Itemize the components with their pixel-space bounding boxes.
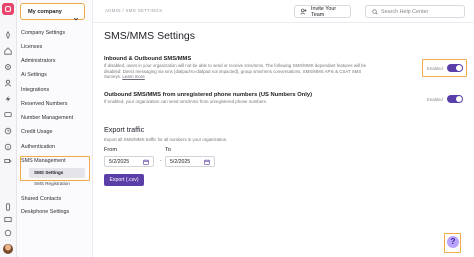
- search-icon: [372, 8, 378, 15]
- to-date-value: 5/2/2025: [170, 158, 191, 165]
- menu-item-deskphone-settings[interactable]: Deskphone Settings: [21, 207, 89, 217]
- help-icon[interactable]: [3, 228, 13, 238]
- menu-item-sms-settings[interactable]: SMS Settings: [29, 168, 85, 178]
- menu-item-administrators[interactable]: Administrators: [21, 56, 89, 66]
- calendar-icon[interactable]: [143, 159, 149, 165]
- unregistered-enabled-label: Enabled: [427, 97, 443, 102]
- users-icon[interactable]: [3, 78, 13, 88]
- menu-item-sms-registration[interactable]: SMS Registration: [29, 181, 70, 186]
- menu-item-credit-usage[interactable]: Credit Usage: [21, 127, 89, 137]
- menu-item-shared-contacts[interactable]: Shared Contacts: [21, 194, 89, 204]
- page-title: SMS/MMS Settings: [104, 30, 196, 42]
- help-button[interactable]: ?: [447, 236, 459, 248]
- menu-item-reserved-numbers[interactable]: Reserved Numbers: [21, 99, 89, 109]
- inbound-desc-line-3: Surveys. Learn more: [104, 74, 419, 80]
- inbound-enabled-label: Enabled: [427, 66, 443, 71]
- unregistered-numbers-title: Outbound SMS/MMS from unregistered phone…: [104, 92, 313, 98]
- from-label: From: [104, 147, 118, 153]
- monitor-icon[interactable]: [3, 215, 13, 225]
- add-user-icon: [300, 8, 307, 15]
- inbound-outbound-description: If disabled, users in your organization …: [104, 63, 419, 80]
- to-date-input[interactable]: 5/2/2025: [165, 156, 215, 167]
- phone-icon[interactable]: [3, 202, 13, 212]
- menu-item-sms-management[interactable]: SMS Management: [21, 157, 66, 165]
- inbound-outbound-toggle[interactable]: [447, 64, 463, 72]
- from-date-value: 5/2/2025: [109, 158, 130, 165]
- learn-more-link[interactable]: Learn more: [122, 74, 144, 79]
- menu-item-licenses[interactable]: Licenses: [21, 42, 89, 52]
- video-icon[interactable]: [3, 156, 13, 166]
- menu-item-integrations[interactable]: Integrations: [21, 85, 89, 95]
- inbound-desc-prefix: Surveys.: [104, 74, 122, 80]
- home-icon[interactable]: [3, 46, 13, 56]
- export-csv-button[interactable]: Export (.csv): [104, 174, 144, 186]
- export-traffic-title: Export traffic: [104, 125, 145, 134]
- unregistered-numbers-toggle[interactable]: [447, 95, 463, 103]
- app-logo-icon[interactable]: [2, 3, 14, 15]
- company-name: My company: [28, 8, 62, 15]
- rocket-icon[interactable]: [3, 30, 13, 40]
- help-search[interactable]: [365, 5, 465, 18]
- to-label: To: [165, 147, 171, 153]
- invite-team-label: Invite Your Team: [311, 5, 337, 18]
- menu-item-authentication[interactable]: Authentication: [21, 142, 89, 152]
- info-icon[interactable]: [3, 142, 13, 152]
- company-selector[interactable]: My company: [20, 3, 85, 21]
- inbound-outbound-title: Inbound & Outbound SMS/MMS: [104, 56, 192, 62]
- admin-menu: My company Company Settings Licenses Adm…: [17, 0, 93, 257]
- from-date-input[interactable]: 5/2/2025: [104, 156, 154, 167]
- avatar[interactable]: [3, 244, 13, 254]
- menu-item-number-management[interactable]: Number Management: [21, 113, 89, 123]
- top-bar: ADMIN / SMS SETTINGS Invite Your Team: [93, 0, 474, 23]
- chat-icon[interactable]: [3, 110, 13, 120]
- export-traffic-description: Export all SMS/MMS traffic for all numbe…: [104, 137, 228, 142]
- settings-icon[interactable]: [3, 62, 13, 72]
- history-icon[interactable]: [3, 126, 13, 136]
- menu-item-company-settings[interactable]: Company Settings: [21, 28, 89, 38]
- breadcrumb: ADMIN / SMS SETTINGS: [105, 8, 163, 13]
- chevron-down-icon: [73, 9, 79, 21]
- menu-item-ai-settings[interactable]: Ai Settings: [21, 70, 89, 80]
- calendar-icon[interactable]: [204, 159, 210, 165]
- search-input[interactable]: [381, 8, 461, 15]
- bolt-icon[interactable]: [3, 94, 13, 104]
- icon-rail: [0, 0, 17, 257]
- invite-team-button[interactable]: Invite Your Team: [294, 5, 351, 18]
- date-range-separator: -: [160, 158, 162, 164]
- unregistered-numbers-description: If enabled, your organization can send s…: [104, 99, 268, 104]
